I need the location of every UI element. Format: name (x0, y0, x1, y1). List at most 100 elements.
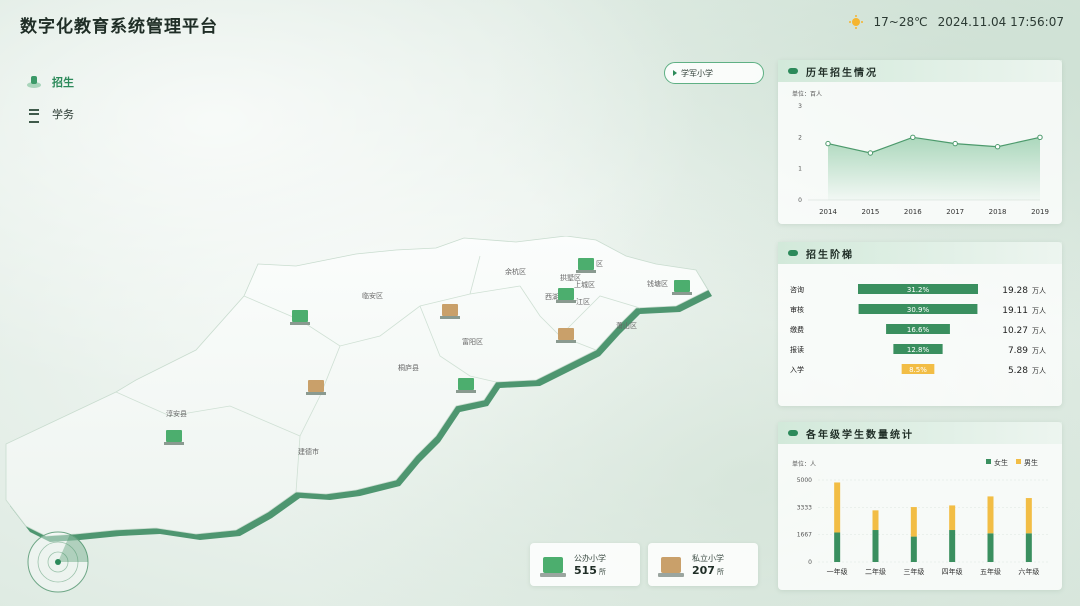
school-marker-private[interactable] (306, 380, 326, 395)
stage-label: 缴费 (790, 325, 804, 334)
stage-percent: 30.9% (907, 306, 930, 314)
chevron-right-icon (673, 70, 677, 76)
y-tick-label: 3333 (797, 504, 812, 511)
stacked-bar-segment (949, 505, 956, 531)
panel-header: 招生阶梯 (778, 242, 1062, 264)
school-marker-public[interactable] (164, 430, 184, 445)
y-tick-label: 3 (798, 103, 802, 110)
stage-percent: 8.5% (909, 366, 927, 374)
stacked-bar-segment (1025, 533, 1032, 562)
legend-label: 男生 (1024, 458, 1038, 467)
panel-title: 历年招生情况 (806, 67, 878, 79)
school-marker-public[interactable] (576, 258, 596, 273)
x-tick-label: 2019 (1031, 208, 1049, 216)
stage-percent: 31.2% (907, 286, 930, 294)
unit-label: 单位：百人 (792, 90, 822, 98)
stat-value: 515 (574, 563, 597, 577)
stage-chart: 咨询 31.2% 19.28 万人审核 30.9% 19.11 万人缴费 16.6% 10.27… (790, 284, 1046, 376)
stage-unit: 万人 (1032, 347, 1046, 355)
y-tick-label: 0 (808, 559, 812, 566)
panel-header: 各年级学生数量统计 (778, 422, 1062, 444)
page-title: 数字化教育系统管理平台 (20, 17, 218, 37)
district-label-xiaoshan: 萧山区 (616, 321, 637, 330)
stat-label: 私立小学 (692, 553, 724, 563)
school-marker-private[interactable] (556, 328, 576, 343)
x-tick-label: 二年级 (865, 567, 886, 576)
district-label-partial-1: 区 (596, 260, 603, 268)
stage-label: 咨询 (790, 285, 804, 294)
stage-unit: 万人 (1032, 287, 1046, 295)
grade-chart: 单位：人 女生 男生 0 1667 3333 5000 一年级 二年级 三年级 四年级 五年级 六年级 (792, 458, 1048, 576)
sun-icon (848, 14, 864, 30)
stat-card-public: 公办小学 515 所 (530, 543, 640, 586)
stage-unit: 万人 (1032, 327, 1046, 335)
stacked-bar-segment (1025, 498, 1032, 534)
school-marker-public[interactable] (556, 288, 576, 303)
district-label-shangcheng: 上城区 (574, 280, 595, 289)
unit-label: 单位：人 (792, 460, 816, 468)
x-tick-label: 2018 (989, 208, 1007, 216)
district-map: 余杭区 拱墅区 区 上城区 西湖区 江区 临安区 钱塘区 萧山区 富阳区 桐庐县… (0, 236, 720, 546)
school-marker-private[interactable] (440, 304, 460, 319)
x-tick-label: 六年级 (1018, 567, 1039, 576)
district-label-yuhang: 余杭区 (505, 267, 526, 276)
school-select[interactable]: 学军小学 (664, 62, 764, 84)
stat-unit: 所 (598, 567, 606, 576)
stacked-bar-segment (834, 532, 841, 562)
stacked-bar-segment (910, 536, 917, 562)
stage-unit: 万人 (1032, 367, 1046, 375)
map-svg: 余杭区 拱墅区 区 上城区 西湖区 江区 临安区 钱塘区 萧山区 富阳区 桐庐县… (5, 236, 712, 542)
panel-enrollment-stage: 招生阶梯 咨询 31.2% 19.28 万人 审核 30.9% 19.11 万人 缴费 16.6%… (778, 242, 1062, 406)
nav-item-label: 学务 (52, 108, 74, 121)
panel-title: 各年级学生数量统计 (806, 429, 914, 441)
data-point (910, 134, 916, 141)
school-marker-public[interactable] (672, 280, 692, 295)
x-tick-label: 2016 (904, 208, 922, 216)
header-marker-icon (788, 250, 798, 256)
stage-percent: 12.8% (907, 346, 930, 354)
data-point (1037, 134, 1043, 141)
stacked-bar-segment (834, 482, 841, 533)
data-point (825, 140, 831, 147)
enrollment-icon (26, 74, 42, 90)
legend-swatch (986, 459, 991, 464)
x-tick-label: 2014 (819, 208, 837, 216)
stage-label: 审核 (790, 305, 804, 314)
district-label-fuyang: 富阳区 (462, 337, 483, 346)
nav-item-label: 招生 (52, 76, 74, 89)
x-tick-label: 四年级 (942, 567, 963, 576)
public-school-icon (540, 553, 566, 577)
panel-title: 招生阶梯 (806, 249, 854, 261)
private-school-icon (658, 553, 684, 577)
area-fill (828, 137, 1040, 200)
nav-item-academic[interactable]: 学务 (26, 98, 74, 130)
x-tick-label: 一年级 (827, 567, 848, 576)
radar-icon (27, 531, 89, 593)
stacked-bar-segment (910, 507, 917, 537)
district-label-binjiang: 江区 (576, 298, 590, 306)
x-tick-label: 五年级 (980, 567, 1001, 576)
history-chart: 单位：百人 0 1 2 3 2014 2015 2016 2017 2018 2019 (792, 90, 1049, 216)
stacked-bar-segment (987, 496, 994, 534)
stacked-bar-segment (987, 533, 994, 562)
nav-item-enrollment[interactable]: 招生 (26, 66, 74, 98)
stacked-bar-segment (872, 510, 879, 531)
y-tick-label: 1667 (797, 532, 812, 539)
district-label-linan: 临安区 (362, 291, 383, 300)
stacked-bar-segment (949, 530, 956, 562)
legend-swatch (1016, 459, 1021, 464)
header-marker-icon (788, 68, 798, 74)
x-tick-label: 2015 (861, 208, 879, 216)
data-point (994, 144, 1001, 150)
header-marker-icon (788, 430, 798, 436)
x-tick-label: 三年级 (903, 567, 924, 576)
school-marker-public[interactable] (456, 378, 476, 393)
side-nav: 招生 学务 (26, 66, 74, 130)
radar-compass[interactable] (26, 530, 90, 594)
stat-card-private: 私立小学 207 所 (648, 543, 758, 586)
district-label-chunan: 淳安县 (166, 409, 187, 418)
stage-unit: 万人 (1032, 307, 1046, 315)
y-tick-label: 1 (798, 166, 802, 173)
school-marker-public[interactable] (290, 310, 310, 325)
stage-value: 19.28 (1002, 286, 1028, 296)
